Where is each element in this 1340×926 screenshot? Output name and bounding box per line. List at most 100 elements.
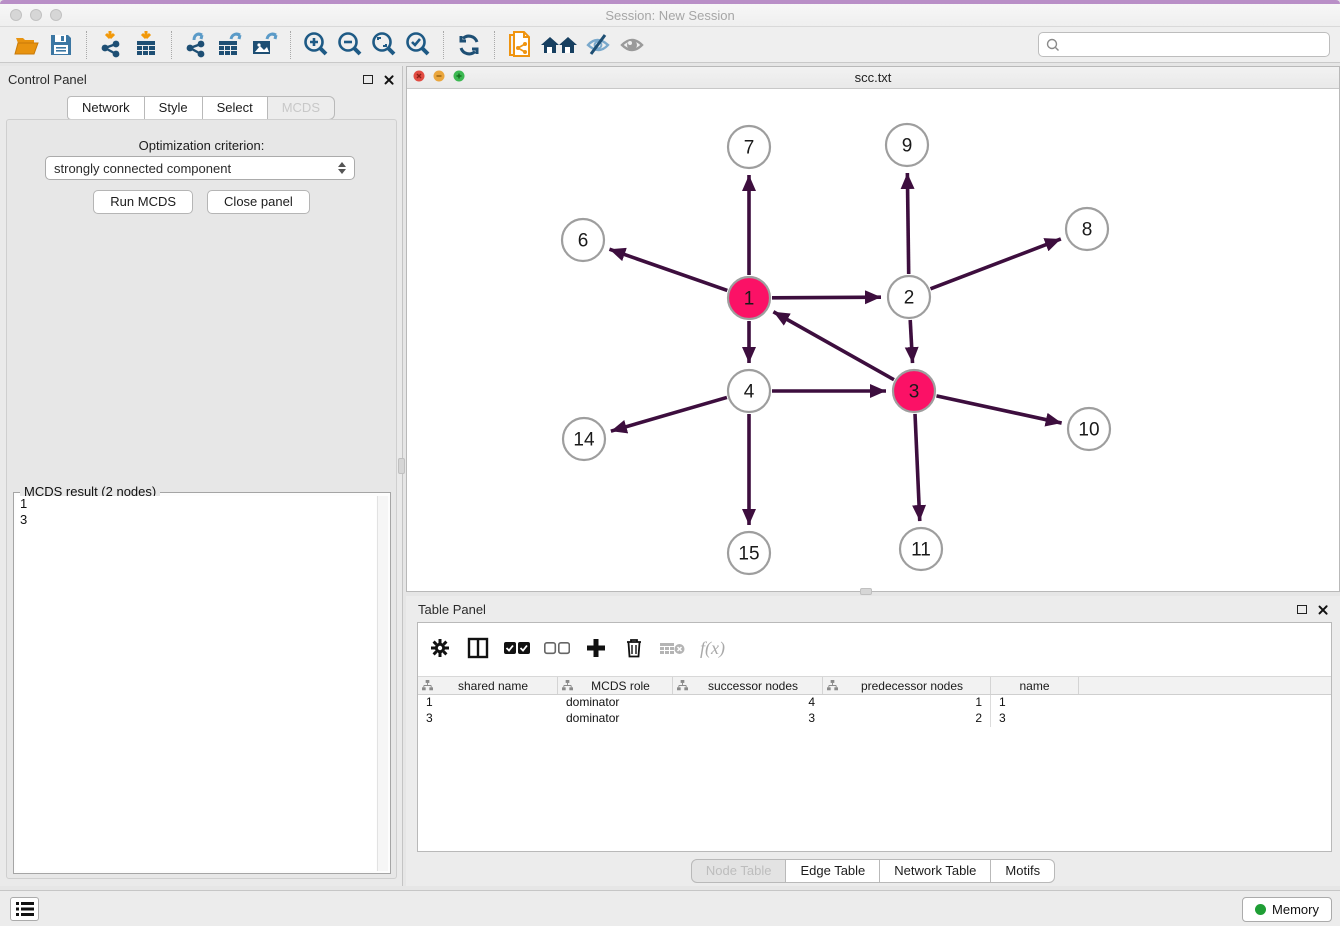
export-network-icon[interactable] [180, 30, 214, 60]
dropdown-stepper-icon [338, 162, 346, 174]
memory-status-dot [1255, 904, 1266, 915]
network-graph: 7968124314101511 [407, 89, 1339, 591]
graph-node-label: 2 [904, 288, 915, 309]
app-zoom-button[interactable] [50, 9, 62, 21]
network-canvas[interactable]: 7968124314101511 [407, 89, 1339, 591]
run-mcds-button[interactable]: Run MCDS [93, 190, 193, 214]
zoom-fit-icon[interactable] [367, 30, 401, 60]
column-header-shared-name[interactable]: shared name [418, 677, 558, 694]
table-row[interactable]: 3dominator323 [418, 711, 1331, 727]
vertical-splitter-handle[interactable] [398, 458, 405, 474]
home-layout-icon[interactable] [537, 30, 581, 60]
tab-edge-table[interactable]: Edge Table [786, 859, 880, 883]
clone-network-icon[interactable] [503, 30, 537, 60]
tab-network-table[interactable]: Network Table [880, 859, 991, 883]
toolbar-separator [290, 31, 291, 59]
toolbar-separator [494, 31, 495, 59]
node-table-content: f(x) shared name MCDS rolesuccessor nodes… [417, 622, 1332, 852]
import-table-icon[interactable] [129, 30, 163, 60]
tab-mcds[interactable]: MCDS [268, 96, 335, 120]
graph-edge-3-10[interactable] [936, 396, 1061, 423]
control-panel-title: Control Panel [8, 72, 363, 87]
horizontal-splitter-handle[interactable] [860, 588, 872, 595]
deselect-all-checkboxes-icon[interactable] [544, 635, 570, 661]
column-header-name[interactable]: name [991, 677, 1079, 694]
column-header-successor-nodes[interactable]: successor nodes [673, 677, 823, 694]
graph-edge-3-11[interactable] [915, 414, 920, 521]
table-panel: Table Panel [406, 596, 1340, 886]
export-image-icon[interactable] [248, 30, 282, 60]
memory-button[interactable]: Memory [1242, 897, 1332, 922]
tab-select[interactable]: Select [203, 96, 268, 120]
graph-edge-2-3[interactable] [910, 320, 912, 363]
delete-selected-icon[interactable] [622, 635, 646, 661]
table-cell: 3 [418, 711, 558, 727]
save-session-icon[interactable] [44, 30, 78, 60]
window-minimize-icon[interactable] [433, 69, 445, 87]
table-cell: dominator [558, 695, 673, 711]
optimization-criterion-dropdown[interactable]: strongly connected component [45, 156, 355, 180]
graph-node-label: 14 [573, 430, 595, 451]
graph-edge-4-14[interactable] [611, 397, 727, 431]
refresh-icon[interactable] [452, 30, 486, 60]
tab-style[interactable]: Style [145, 96, 203, 120]
graph-node-label: 6 [578, 231, 589, 252]
close-panel-button[interactable]: Close panel [207, 190, 310, 214]
open-file-icon[interactable] [10, 30, 44, 60]
mcds-result-box: MCDS result (2 nodes) 1 3 [13, 492, 391, 874]
table-tabs: Node Table Edge Table Network Table Moti… [406, 859, 1340, 883]
tab-network[interactable]: Network [67, 96, 145, 120]
control-panel: Control Panel Network Style Select MCDS … [0, 66, 403, 886]
show-all-icon[interactable] [615, 30, 649, 60]
zoom-out-icon[interactable] [333, 30, 367, 60]
column-header-predecessor-nodes[interactable]: predecessor nodes [823, 677, 991, 694]
close-table-panel-icon[interactable] [1317, 604, 1328, 615]
graph-node-label: 1 [744, 289, 755, 310]
search-input[interactable] [1061, 33, 1329, 56]
tab-node-table[interactable]: Node Table [691, 859, 787, 883]
window-maximize-icon[interactable] [453, 69, 465, 87]
optimization-criterion-label: Optimization criterion: [7, 138, 396, 153]
table-options-gear-icon[interactable] [428, 635, 452, 661]
delete-column-disabled-icon [660, 635, 686, 661]
result-scrollbar[interactable] [377, 496, 388, 871]
zoom-selected-icon[interactable] [401, 30, 435, 60]
column-header-label: shared name [433, 679, 553, 693]
graph-node-label: 3 [909, 382, 920, 403]
sort-hierarchy-icon [422, 680, 433, 691]
browse-columns-icon[interactable] [466, 635, 490, 661]
mcds-result-text[interactable]: 1 3 [16, 496, 376, 871]
table-cell: 1 [991, 695, 1079, 711]
graph-edge-2-9[interactable] [907, 173, 908, 274]
add-column-icon[interactable] [584, 635, 608, 661]
graph-edge-1-6[interactable] [609, 249, 727, 290]
app-close-button[interactable] [10, 9, 22, 21]
graph-edge-1-2[interactable] [772, 297, 881, 298]
table-cell: 1 [418, 695, 558, 711]
toolbar-separator [171, 31, 172, 59]
export-table-icon[interactable] [214, 30, 248, 60]
table-toolbar: f(x) [428, 631, 725, 665]
column-header-label: predecessor nodes [838, 679, 986, 693]
control-panel-tabs: Network Style Select MCDS [0, 96, 402, 120]
search-field[interactable] [1038, 32, 1330, 57]
graph-edge-3-1[interactable] [773, 312, 894, 380]
table-cell: 3 [673, 711, 823, 727]
table-row[interactable]: 1dominator411 [418, 695, 1331, 711]
hide-selected-icon[interactable] [581, 30, 615, 60]
window-close-icon[interactable] [413, 69, 425, 87]
zoom-in-icon[interactable] [299, 30, 333, 60]
app-minimize-button[interactable] [30, 9, 42, 21]
column-header-MCDS-role[interactable]: MCDS role [558, 677, 673, 694]
select-all-checkboxes-icon[interactable] [504, 635, 530, 661]
close-panel-icon[interactable] [383, 74, 394, 85]
float-panel-icon[interactable] [363, 75, 373, 84]
search-icon [1045, 37, 1061, 53]
show-panels-button[interactable] [10, 897, 39, 921]
app-title: Session: New Session [0, 4, 1340, 27]
column-header-label: name [995, 679, 1074, 693]
import-network-icon[interactable] [95, 30, 129, 60]
graph-edge-2-8[interactable] [930, 239, 1060, 289]
tab-motifs[interactable]: Motifs [991, 859, 1055, 883]
float-table-panel-icon[interactable] [1297, 605, 1307, 614]
